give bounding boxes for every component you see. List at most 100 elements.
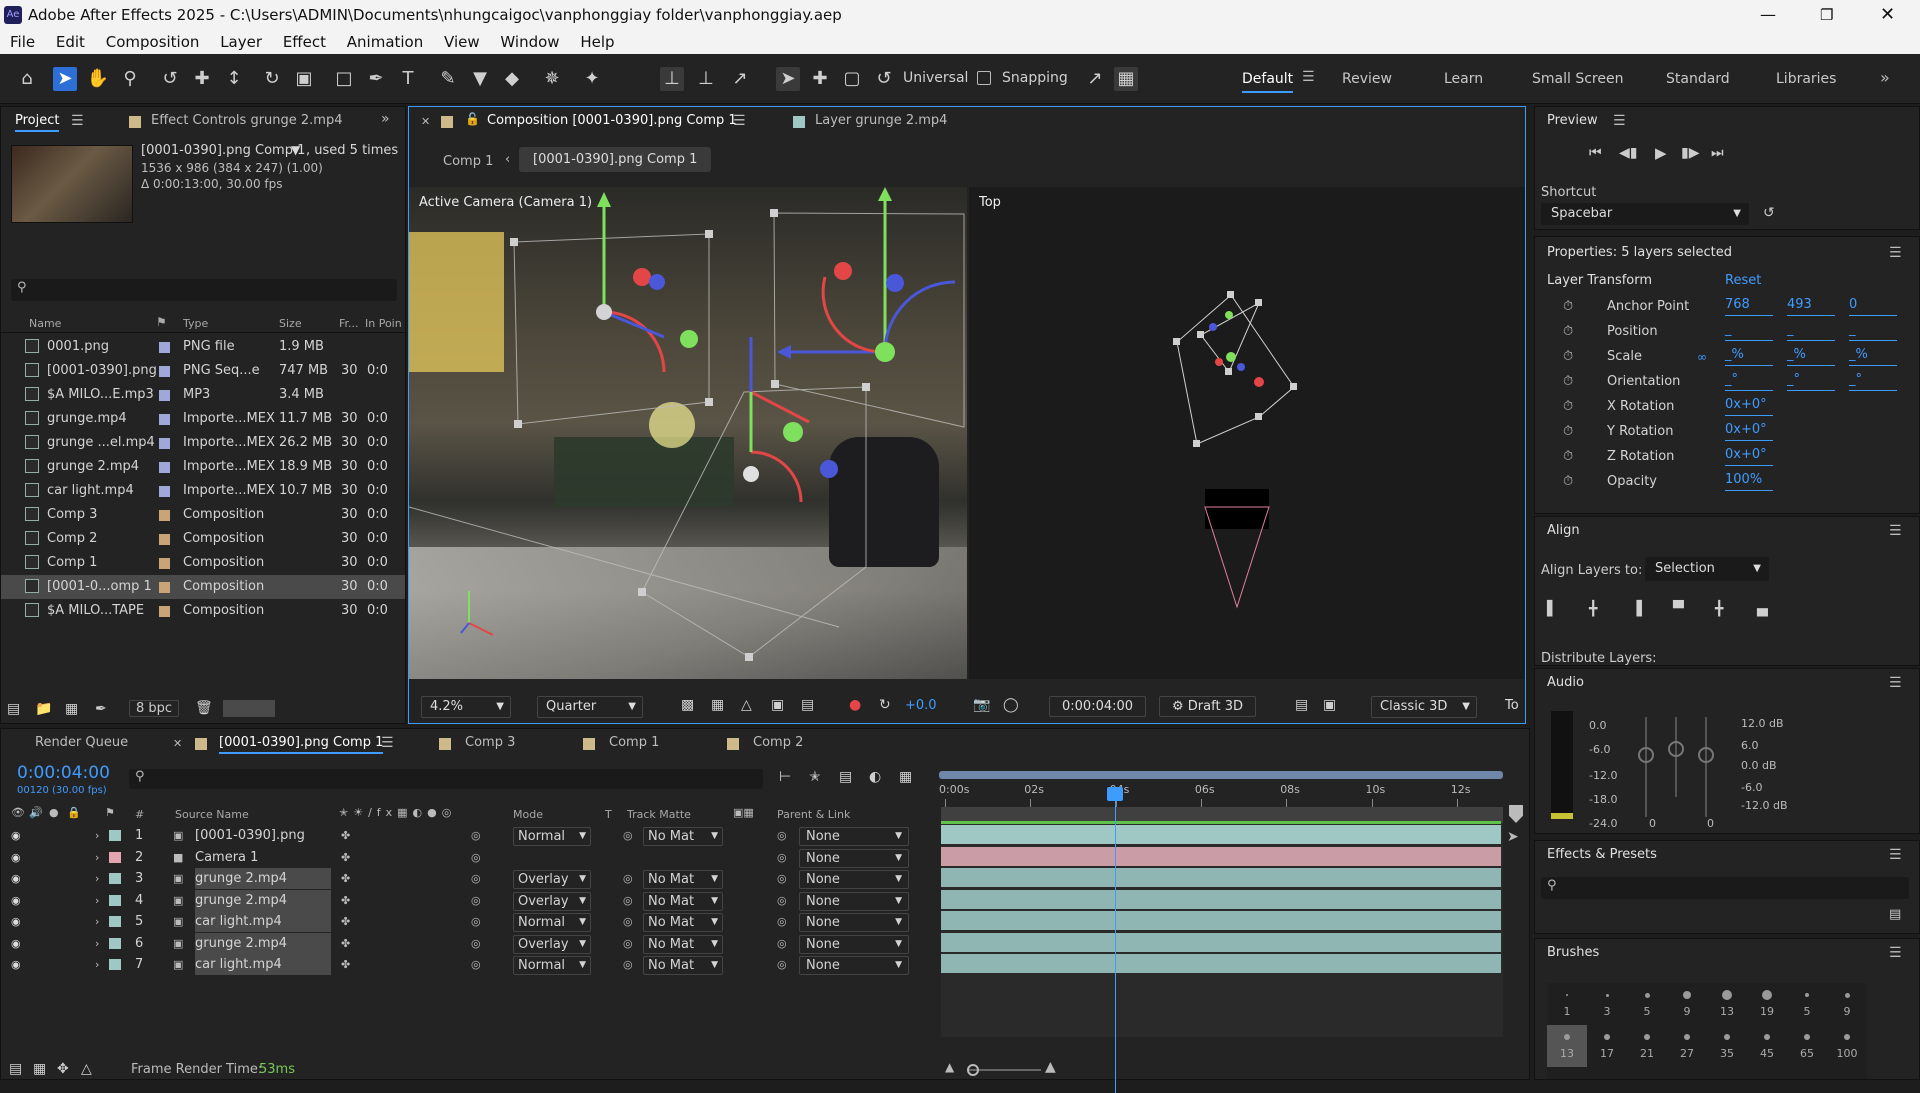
stopwatch-icon[interactable]: ⏱ (1563, 370, 1573, 394)
label-color-swatch[interactable] (159, 558, 170, 569)
property-value[interactable]: _% (1849, 345, 1897, 366)
layer-row[interactable]: ◉ › 7 car light.mp4 ▣ ✤ ◎ Normal ▼ ◎ No Mat ▼ ◎ None ▼ (1, 954, 937, 975)
layer-source-name[interactable]: grunge 2.mp4 (195, 889, 331, 911)
3d-rotate-icon[interactable]: ↺ (872, 67, 896, 91)
track-matte-dropdown[interactable]: No Mat ▼ (643, 913, 723, 932)
next-frame-icon[interactable]: ▮▶ (1681, 145, 1699, 161)
property-value[interactable]: _ (1849, 320, 1897, 341)
tab-project[interactable]: Project (15, 113, 60, 132)
col-source-name[interactable]: Source Name (175, 808, 249, 821)
track-matte-dropdown[interactable]: No Mat ▼ (643, 956, 723, 975)
shy-switch-icon[interactable]: ✤ (341, 868, 350, 889)
col-track-matte[interactable]: Track Matte (627, 808, 691, 821)
mode-dropdown[interactable]: Overlay ▼ (513, 934, 591, 954)
brush-preset[interactable]: 100 (1827, 1025, 1867, 1067)
brush-preset[interactable]: 65 (1787, 1025, 1827, 1067)
trash-icon[interactable]: 🗑 (195, 700, 213, 716)
layer-row[interactable]: ◉ › 5 car light.mp4 ▣ ✤ ◎ Normal ▼ ◎ No Mat ▼ ◎ None ▼ (1, 911, 937, 932)
layer-row[interactable]: ◉ › 2 Camera 1 ■ ✤ ◎ ◎ None ▼ (1, 847, 937, 868)
minimize-button[interactable]: — (1760, 0, 1776, 30)
track-matte-dropdown[interactable]: No Mat ▼ (643, 827, 723, 846)
tab-timeline-comp1[interactable]: Comp 1 (609, 735, 659, 750)
layer-source-name[interactable]: grunge 2.mp4 (195, 868, 331, 889)
property-value[interactable]: 0x+0° (1725, 420, 1773, 441)
roto-brush-icon[interactable]: ✵ (540, 67, 564, 91)
layer-label-swatch[interactable] (109, 959, 121, 970)
puppet-pin-icon[interactable]: ✦ (580, 67, 604, 91)
constrain-proportions-icon[interactable]: ∞ (1697, 345, 1707, 369)
layer-duration-bar[interactable] (941, 889, 1501, 909)
menu-layer[interactable]: Layer (212, 30, 270, 54)
eye-icon[interactable]: ◉ (11, 911, 21, 932)
project-item-row[interactable]: $A MILO...E.mp3 MP3 3.4 MB (1, 383, 405, 407)
zoom-slider-knob[interactable] (967, 1064, 979, 1076)
brush-preset[interactable]: 17 (1587, 1025, 1627, 1067)
close-tab-icon[interactable]: ✕ (173, 737, 182, 750)
region-of-interest-icon[interactable]: ▣ (771, 697, 784, 713)
property-value[interactable]: _° (1849, 370, 1897, 391)
layer-source-name[interactable]: [0001-0390].png (195, 825, 331, 846)
shy-switch-icon[interactable]: ✤ (341, 933, 350, 954)
menu-animation[interactable]: Animation (339, 30, 431, 54)
project-search-input[interactable]: ⚲ (11, 279, 397, 301)
menu-composition[interactable]: Composition (98, 30, 208, 54)
label-color-swatch[interactable] (159, 606, 170, 617)
close-tab-icon[interactable]: ✕ (421, 115, 430, 128)
mode-dropdown[interactable]: Overlay ▼ (513, 891, 591, 911)
stopwatch-icon[interactable]: ⏱ (1563, 420, 1573, 444)
eye-icon[interactable]: ◉ (11, 933, 21, 954)
thumbnail-transparency-swatch[interactable] (223, 700, 275, 717)
layer-source-name[interactable]: Camera 1 (195, 847, 331, 868)
workspace-default[interactable]: Default (1242, 71, 1294, 93)
current-time[interactable]: 0:00:04:00 (17, 763, 110, 783)
mode-dropdown[interactable]: Normal ▼ (513, 913, 591, 932)
parent-pickwhip-icon[interactable]: ◎ (777, 954, 787, 975)
parent-dropdown[interactable]: None ▼ (799, 827, 909, 846)
label-color-swatch[interactable] (159, 414, 170, 425)
zoom-slider[interactable] (967, 1064, 1041, 1076)
shy-switch-icon[interactable]: ✤ (341, 825, 350, 846)
layer-duration-bar[interactable] (941, 932, 1501, 952)
project-menu-icon[interactable]: ☰ (71, 113, 84, 129)
stopwatch-icon[interactable]: ⏱ (1563, 470, 1573, 494)
bpc-button[interactable]: 8 bpc (129, 700, 180, 717)
layer-source-name[interactable]: car light.mp4 (195, 954, 331, 975)
mode-dropdown[interactable]: Normal ▼ (513, 827, 591, 846)
active-camera-viewport[interactable]: Active Camera (Camera 1) (409, 187, 967, 679)
3d-layer-switch-icon[interactable]: ◎ (471, 911, 481, 932)
parent-dropdown[interactable]: None ▼ (799, 934, 909, 954)
stopwatch-icon[interactable]: ⏱ (1563, 295, 1573, 319)
playhead-line[interactable] (1115, 793, 1116, 1093)
track-matte-pickwhip-icon[interactable]: ◎ (623, 825, 633, 846)
dolly-camera-icon[interactable]: ↕ (222, 67, 246, 91)
brush-preset[interactable]: 13 (1547, 1025, 1587, 1067)
slider-knob[interactable] (1638, 747, 1654, 763)
3d-layer-switch-icon[interactable]: ◎ (471, 868, 481, 889)
parent-pickwhip-icon[interactable]: ◎ (777, 890, 787, 911)
layer-label-swatch[interactable] (109, 873, 121, 884)
first-frame-icon[interactable]: ⏮ (1589, 145, 1602, 161)
tab-composition[interactable]: Composition [0001-0390].png Comp 1 (487, 113, 737, 128)
new-composition-icon[interactable]: ▦ (65, 701, 78, 717)
parent-pickwhip-icon[interactable]: ◎ (777, 911, 787, 932)
graph-editor-icon[interactable]: ▦ (899, 769, 912, 785)
expand-chevron-icon[interactable]: › (95, 890, 99, 911)
layer-duration-bar[interactable] (941, 911, 1501, 930)
tab-timeline-main[interactable]: [0001-0390].png Comp 1 (219, 735, 384, 754)
hand-tool-icon[interactable]: ✋ (86, 67, 110, 91)
track-matte-dropdown[interactable]: No Mat ▼ (643, 870, 723, 889)
transfer-controls-icon[interactable]: ▦ (33, 1061, 46, 1077)
reset-shortcut-icon[interactable]: ↺ (1763, 205, 1775, 221)
layer-row[interactable]: ◉ › 1 [0001-0390].png ▣ ✤ ◎ Normal ▼ ◎ No Mat ▼ ◎ Non… (1, 825, 937, 846)
extended-viewer-icon[interactable]: ▤ (1295, 697, 1308, 713)
label-color-swatch[interactable] (159, 534, 170, 545)
tab-layer[interactable]: Layer grunge 2.mp4 (815, 113, 947, 128)
zoom-out-icon[interactable]: ▲ (945, 1060, 954, 1074)
3d-layer-switch-icon[interactable]: ◎ (471, 825, 481, 846)
col-in-point[interactable]: In Poin (365, 317, 402, 330)
track-matte-pickwhip-icon[interactable]: ◎ (623, 911, 633, 932)
tab-render-queue[interactable]: Render Queue (35, 735, 128, 750)
timeline-tracks[interactable] (941, 793, 1503, 1093)
chevron-down-icon[interactable]: ▼ (291, 143, 300, 157)
panel-overflow-icon[interactable]: » (381, 111, 390, 127)
